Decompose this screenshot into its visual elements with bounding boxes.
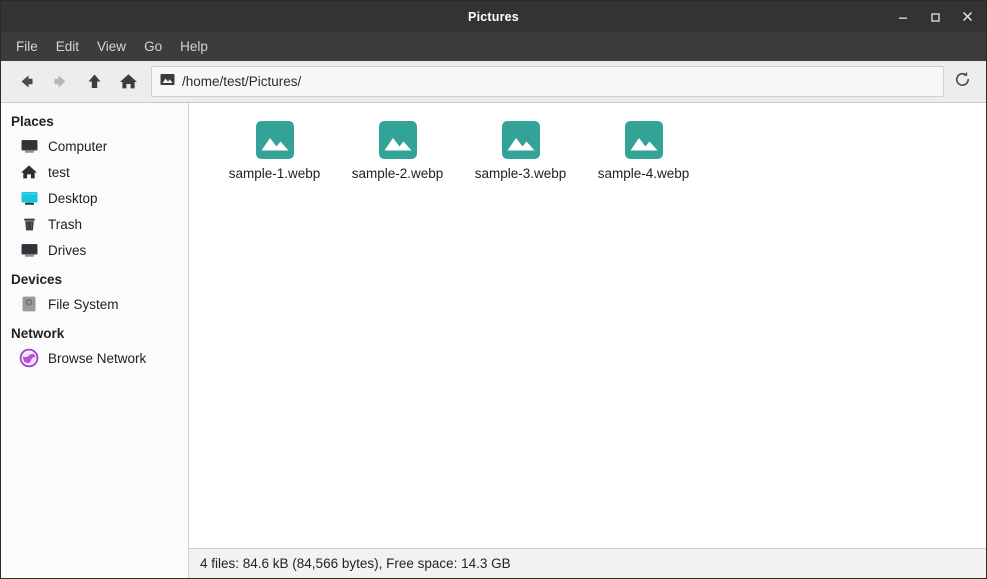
picture-folder-icon <box>160 72 175 92</box>
menu-view[interactable]: View <box>88 36 135 57</box>
window-body: Places Computer test <box>1 103 986 578</box>
trash-icon <box>19 214 39 234</box>
sidebar-group-devices-title: Devices <box>1 263 188 291</box>
computer-icon <box>19 136 39 156</box>
sidebar-item-label: File System <box>48 297 119 312</box>
menu-edit[interactable]: Edit <box>47 36 88 57</box>
maximize-icon <box>929 11 941 23</box>
arrow-left-icon <box>16 71 37 92</box>
close-icon <box>961 10 974 23</box>
image-file-icon <box>502 121 540 159</box>
status-text: 4 files: 84.6 kB (84,566 bytes), Free sp… <box>200 556 511 571</box>
sidebar-item-test[interactable]: test <box>1 159 188 185</box>
file-list[interactable]: sample-1.webp sample-2.webp <box>189 103 986 548</box>
minimize-icon <box>897 11 909 23</box>
network-globe-icon <box>19 348 39 368</box>
sidebar-item-browse-network[interactable]: Browse Network <box>1 345 188 371</box>
up-button[interactable] <box>77 66 111 98</box>
window-controls <box>888 1 982 32</box>
sidebar-item-desktop[interactable]: Desktop <box>1 185 188 211</box>
sidebar-item-trash[interactable]: Trash <box>1 211 188 237</box>
home-button[interactable] <box>111 66 145 98</box>
menu-file[interactable]: File <box>7 36 47 57</box>
file-item[interactable]: sample-2.webp <box>336 117 459 181</box>
file-item[interactable]: sample-1.webp <box>213 117 336 181</box>
file-label: sample-4.webp <box>598 166 690 181</box>
image-file-icon <box>625 121 663 159</box>
reload-icon <box>953 70 972 94</box>
drives-icon <box>19 240 39 260</box>
desktop-icon <box>19 188 39 208</box>
menubar: File Edit View Go Help <box>1 32 986 61</box>
sidebar-group-network-title: Network <box>1 317 188 345</box>
sidebar-item-label: Trash <box>48 217 82 232</box>
sidebar-item-label: Browse Network <box>48 351 146 366</box>
reload-button[interactable] <box>944 66 980 98</box>
sidebar-item-label: Drives <box>48 243 86 258</box>
image-file-icon <box>256 121 294 159</box>
arrow-right-icon <box>50 71 71 92</box>
file-label: sample-3.webp <box>475 166 567 181</box>
sidebar: Places Computer test <box>1 103 189 578</box>
home-icon <box>19 162 39 182</box>
file-item[interactable]: sample-3.webp <box>459 117 582 181</box>
sidebar-item-label: Desktop <box>48 191 98 206</box>
statusbar: 4 files: 84.6 kB (84,566 bytes), Free sp… <box>189 548 986 578</box>
file-label: sample-2.webp <box>352 166 444 181</box>
arrow-up-icon <box>84 71 105 92</box>
close-button[interactable] <box>952 4 982 30</box>
toolbar: /home/test/Pictures/ <box>1 61 986 103</box>
sidebar-item-label: test <box>48 165 70 180</box>
path-text: /home/test/Pictures/ <box>182 74 301 89</box>
minimize-button[interactable] <box>888 4 918 30</box>
maximize-button[interactable] <box>920 4 950 30</box>
file-label: sample-1.webp <box>229 166 321 181</box>
forward-button[interactable] <box>43 66 77 98</box>
sidebar-group-places-title: Places <box>1 111 188 133</box>
sidebar-item-label: Computer <box>48 139 107 154</box>
content-column: sample-1.webp sample-2.webp <box>189 103 986 578</box>
titlebar: Pictures <box>1 1 986 32</box>
back-button[interactable] <box>9 66 43 98</box>
file-item[interactable]: sample-4.webp <box>582 117 705 181</box>
sidebar-item-drives[interactable]: Drives <box>1 237 188 263</box>
window-title: Pictures <box>468 10 519 24</box>
home-icon <box>118 71 139 92</box>
path-bar[interactable]: /home/test/Pictures/ <box>151 66 944 97</box>
file-manager-window: Pictures File Edit View Go Help <box>0 0 987 579</box>
sidebar-item-computer[interactable]: Computer <box>1 133 188 159</box>
menu-go[interactable]: Go <box>135 36 171 57</box>
sidebar-item-file-system[interactable]: File System <box>1 291 188 317</box>
menu-help[interactable]: Help <box>171 36 217 57</box>
image-file-icon <box>379 121 417 159</box>
harddisk-icon <box>19 294 39 314</box>
